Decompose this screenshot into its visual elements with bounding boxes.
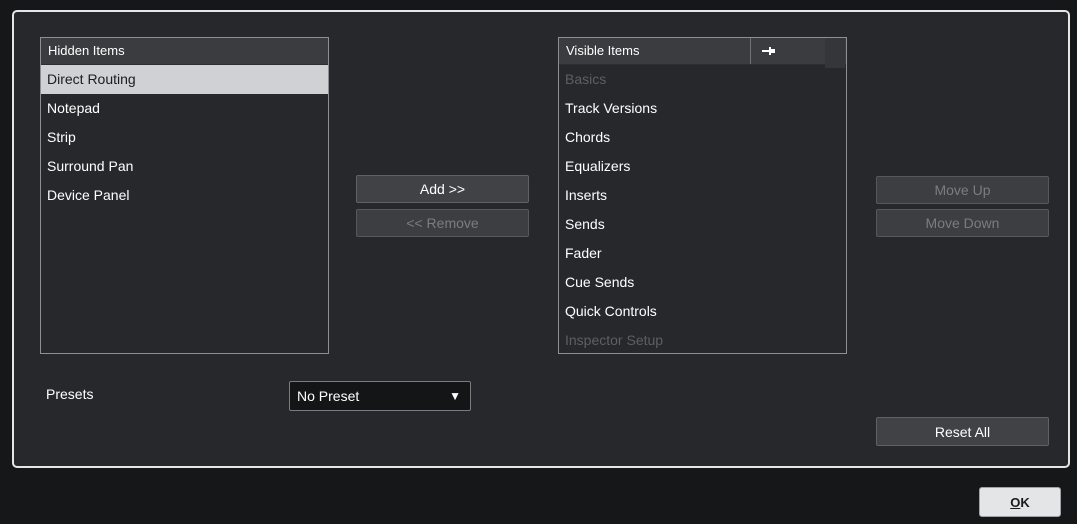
move-up-button[interactable]: Move Up bbox=[876, 176, 1049, 204]
list-item: Inspector Setup bbox=[565, 332, 664, 348]
presets-select[interactable]: No Preset ▼ bbox=[289, 381, 471, 411]
list-item: Basics bbox=[565, 71, 607, 87]
list-item[interactable]: Chords bbox=[559, 123, 846, 152]
hidden-items-list[interactable]: Hidden Items Direct Routing Notepad Strip S… bbox=[40, 37, 329, 354]
list-item[interactable]: Quick Controls bbox=[559, 297, 846, 326]
inspector-setup-panel: Hidden Items Direct Routing Notepad Strip S… bbox=[12, 10, 1070, 468]
list-item[interactable]: Surround Pan bbox=[41, 152, 328, 181]
ok-mnemonic: O bbox=[1010, 495, 1021, 510]
hidden-items-header-label: Hidden Items bbox=[48, 43, 125, 58]
list-item[interactable]: Notepad bbox=[41, 94, 328, 123]
reset-all-button[interactable]: Reset All bbox=[876, 417, 1049, 446]
pin-icon[interactable] bbox=[759, 38, 777, 64]
header-separator bbox=[750, 38, 751, 64]
list-item[interactable]: Device Panel bbox=[41, 181, 328, 210]
ok-button[interactable]: OK bbox=[979, 487, 1061, 517]
list-item[interactable]: Fader bbox=[559, 239, 846, 268]
dropdown-arrow-icon: ▼ bbox=[449, 389, 461, 403]
list-item[interactable]: Track Versions bbox=[559, 94, 846, 123]
header-scroll-corner bbox=[825, 38, 845, 68]
list-item[interactable]: Cue Sends bbox=[559, 268, 846, 297]
list-item[interactable]: Strip bbox=[41, 123, 328, 152]
move-down-button[interactable]: Move Down bbox=[876, 209, 1049, 237]
visible-items-header: Visible Items bbox=[559, 38, 846, 68]
list-item[interactable]: Inserts bbox=[559, 181, 846, 210]
list-item[interactable]: Equalizers bbox=[559, 152, 846, 181]
list-item[interactable]: Direct Routing bbox=[41, 65, 328, 94]
presets-label: Presets bbox=[46, 386, 94, 402]
visible-items-header-label: Visible Items bbox=[566, 43, 640, 58]
remove-button[interactable]: << Remove bbox=[356, 209, 529, 237]
ok-rest: K bbox=[1020, 495, 1030, 510]
list-item[interactable]: Sends bbox=[559, 210, 846, 239]
presets-select-value: No Preset bbox=[297, 388, 360, 404]
hidden-items-header: Hidden Items bbox=[41, 38, 328, 65]
add-button[interactable]: Add >> bbox=[356, 175, 529, 203]
visible-items-list[interactable]: Visible Items Basics Track Versions Chords… bbox=[558, 37, 847, 354]
